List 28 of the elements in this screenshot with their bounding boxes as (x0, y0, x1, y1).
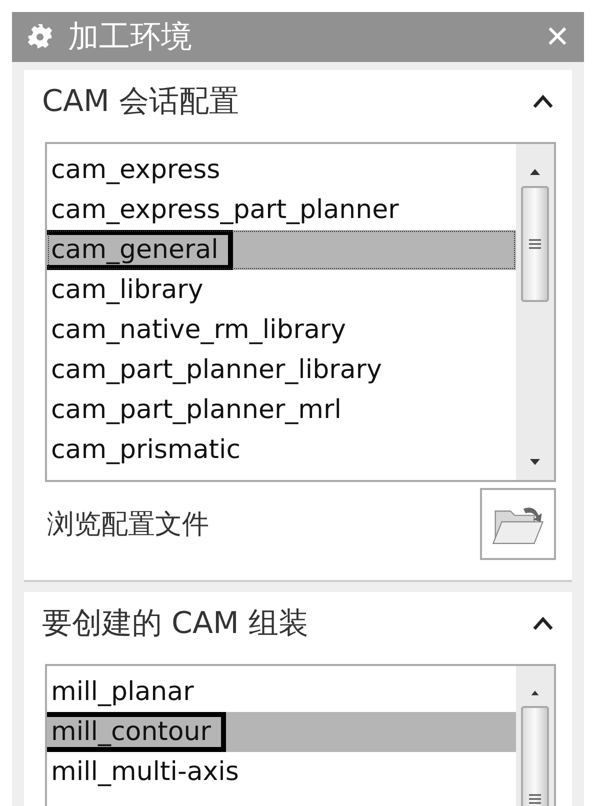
settings-icon (26, 23, 54, 51)
section-title: CAM 会话配置 (41, 82, 240, 120)
open-folder-button[interactable] (480, 488, 556, 560)
section-title: 要创建的 CAM 组装 (41, 604, 310, 642)
grip-lines-icon (528, 237, 542, 251)
scrollbar[interactable] (516, 144, 554, 480)
list-item[interactable]: cam_prismatic (47, 430, 516, 470)
list-item[interactable]: cam_express (47, 150, 516, 190)
grip-lines-icon (528, 792, 542, 806)
list-item[interactable]: cam_express_part_planner (47, 190, 516, 230)
scroll-down-icon[interactable] (529, 458, 541, 466)
scroll-thumb[interactable] (521, 186, 549, 302)
list-item[interactable]: cam_library (47, 270, 516, 310)
scroll-thumb[interactable] (521, 706, 549, 806)
browse-label: 浏览配置文件 (46, 508, 209, 542)
list-item[interactable]: mill_planar (47, 672, 516, 712)
collapse-chevron-icon[interactable] (532, 616, 554, 630)
list-item[interactable]: cam_part_planner_mrl (47, 390, 516, 430)
collapse-chevron-icon[interactable] (532, 94, 554, 108)
window-title: 加工环境 (68, 18, 193, 57)
list-item[interactable]: cam_native_rm_library (47, 310, 516, 350)
list-item[interactable]: cam_part_planner_library (47, 350, 516, 390)
scrollbar[interactable] (516, 666, 554, 806)
scroll-up-icon[interactable] (529, 690, 541, 696)
list-item[interactable]: mill_multi-axis (47, 752, 516, 792)
list-item[interactable]: cam_general (47, 230, 516, 270)
list-item[interactable]: mill_contour (47, 712, 516, 752)
scroll-up-icon[interactable] (529, 168, 541, 176)
